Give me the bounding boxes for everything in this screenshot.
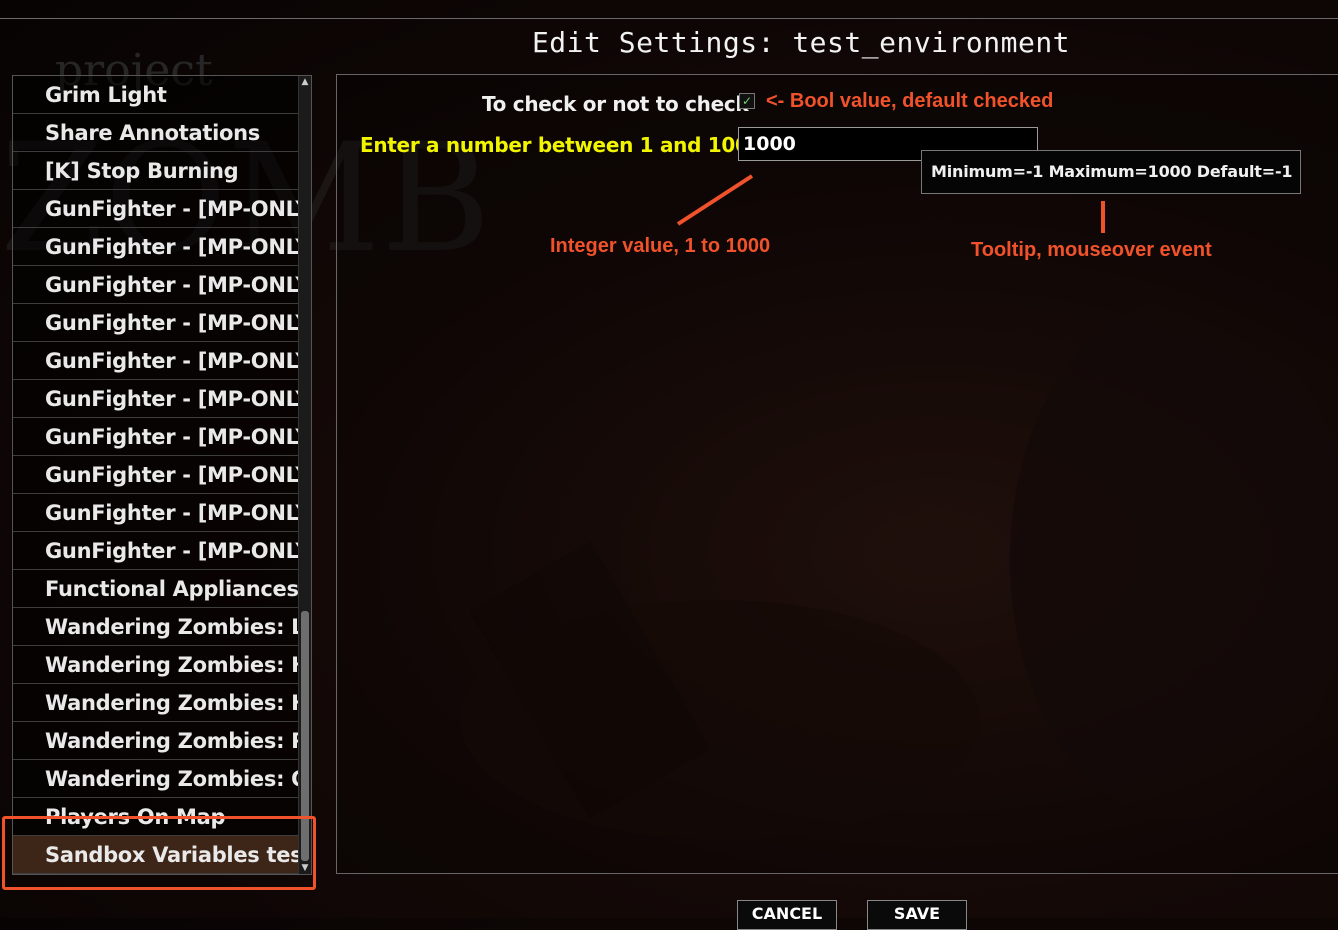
tooltip-annotation: Tooltip, mouseover event xyxy=(971,239,1212,261)
mod-list-item[interactable]: GunFighter - [MP-ONLY] I xyxy=(13,228,299,266)
mod-list-item[interactable]: [K] Stop Burning xyxy=(13,152,299,190)
mod-list-item[interactable]: Grim Light xyxy=(13,76,299,114)
tooltip-annotation-marker xyxy=(1101,201,1105,233)
mod-list-item[interactable]: Wandering Zombies: Oth xyxy=(13,760,299,798)
top-divider xyxy=(0,18,1338,19)
mod-list-item[interactable]: GunFighter - [MP-ONLY] I xyxy=(13,494,299,532)
mod-list-item[interactable]: GunFighter - [MP-ONLY] C xyxy=(13,418,299,456)
selected-mod-highlight xyxy=(2,816,316,890)
integer-annotation-arrow xyxy=(676,174,754,226)
number-setting-label: Enter a number between 1 and 1000 xyxy=(360,133,763,157)
bool-setting-checkbox[interactable]: ✓ xyxy=(739,93,755,109)
integer-annotation: Integer value, 1 to 1000 xyxy=(550,235,771,257)
mod-list-item[interactable]: Functional Appliances 2 xyxy=(13,570,299,608)
mod-list-item[interactable]: GunFighter - [MP-ONLY] C xyxy=(13,456,299,494)
mod-list-item[interactable]: Share Annotations xyxy=(13,114,299,152)
mod-list-item[interactable]: Wandering Zombies: Lon xyxy=(13,608,299,646)
mod-list-scrollbar[interactable]: ▲ ▼ xyxy=(298,76,311,874)
bool-setting-label: To check or not to check xyxy=(482,92,749,116)
bool-annotation: <- Bool value, default checked xyxy=(766,90,1054,112)
page-title: Edit Settings: test_environment xyxy=(531,26,1071,59)
save-button[interactable]: SAVE xyxy=(867,900,967,930)
scroll-up-icon[interactable]: ▲ xyxy=(300,76,310,88)
mod-list-item[interactable]: Wandering Zombies: Hor xyxy=(13,646,299,684)
mod-list-item[interactable]: GunFighter - [MP-ONLY] I xyxy=(13,266,299,304)
checkmark-icon: ✓ xyxy=(741,94,753,108)
mod-list-item[interactable]: Wandering Zombies: Hor xyxy=(13,684,299,722)
mod-list-item[interactable]: GunFighter - [MP-ONLY] T xyxy=(13,380,299,418)
mod-list-item[interactable]: GunFighter - [MP-ONLY] S xyxy=(13,342,299,380)
mod-list-item[interactable]: GunFighter - [MP-ONLY] I xyxy=(13,190,299,228)
mod-list-item[interactable]: Wandering Zombies: Perf xyxy=(13,722,299,760)
cancel-button[interactable]: CANCEL xyxy=(737,900,837,930)
range-tooltip: Minimum=-1 Maximum=1000 Default=-1 xyxy=(921,150,1301,194)
mod-list-item[interactable]: GunFighter - [MP-ONLY] I xyxy=(13,304,299,342)
mod-list-item[interactable]: GunFighter - [MP-ONLY] I xyxy=(13,532,299,570)
mod-list[interactable]: Grim Light Share Annotations [K] Stop Burn… xyxy=(12,75,312,875)
settings-panel xyxy=(336,74,1338,874)
